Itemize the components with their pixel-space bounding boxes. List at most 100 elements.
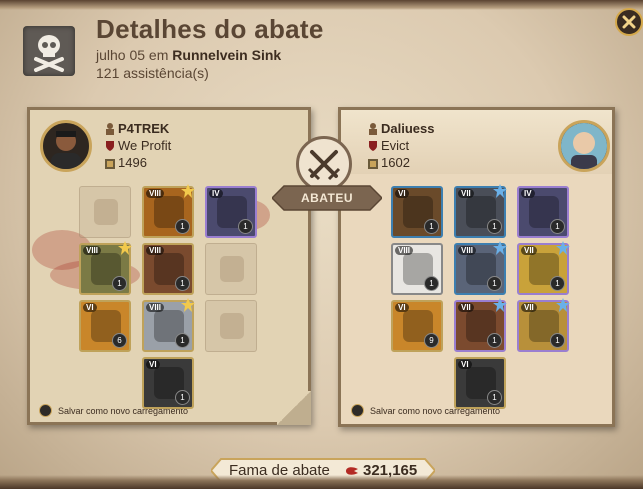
equipment-slot-offhand bbox=[205, 243, 257, 295]
item-tier-badge: IV bbox=[521, 189, 535, 198]
loadout-icon bbox=[351, 404, 364, 417]
skull-crossbones-icon bbox=[23, 26, 75, 76]
item-power-icon bbox=[105, 159, 115, 169]
killer-name-text: P4TREK bbox=[118, 121, 170, 136]
kill-date: julho 05 em bbox=[96, 47, 169, 63]
enchant-star-icon bbox=[181, 298, 195, 312]
equipment-slot-armor[interactable]: VIII 1 bbox=[454, 241, 507, 295]
item-quantity: 1 bbox=[487, 390, 502, 405]
victim-name: Daliuess bbox=[368, 121, 434, 136]
fork-knife-icon bbox=[220, 313, 244, 339]
page-title: Detalhes do abate bbox=[96, 14, 324, 44]
item-tier-badge: VI bbox=[146, 360, 160, 369]
golden-hammer-icon bbox=[220, 256, 244, 282]
item-quantity: 1 bbox=[175, 390, 190, 405]
item-tier-badge: VIII bbox=[146, 189, 165, 198]
enchant-star-icon bbox=[493, 298, 507, 312]
item-tier-badge: VII bbox=[521, 303, 537, 312]
equipment-slot-shoes[interactable]: VIII 1 bbox=[142, 298, 195, 352]
guild-shield-icon bbox=[106, 141, 114, 151]
item-quantity: 1 bbox=[238, 219, 253, 234]
victim-name-text: Daliuess bbox=[381, 121, 435, 136]
killer-guild: We Profit bbox=[105, 138, 171, 153]
crossed-swords-icon bbox=[296, 136, 352, 192]
victim-avatar bbox=[558, 120, 610, 172]
item-quantity: 1 bbox=[112, 276, 127, 291]
item-quantity: 1 bbox=[550, 219, 565, 234]
equipment-slot-food[interactable]: VII 1 bbox=[517, 298, 570, 352]
victim-guild: Evict bbox=[368, 138, 409, 153]
paper-fold bbox=[277, 391, 311, 425]
loadout-icon bbox=[39, 404, 52, 417]
item-tier-badge: VIII bbox=[146, 303, 165, 312]
equipment-slot-bag[interactable]: VI 1 bbox=[391, 186, 443, 238]
item-quantity: 1 bbox=[175, 276, 190, 291]
enchant-star-icon bbox=[493, 241, 507, 255]
killer-item-power-text: 1496 bbox=[118, 155, 147, 170]
top-edge bbox=[0, 0, 643, 10]
item-tier-badge: VII bbox=[458, 189, 474, 198]
item-tier-badge: VIII bbox=[458, 246, 477, 255]
item-tier-badge: VI bbox=[395, 303, 409, 312]
item-quantity: 1 bbox=[487, 219, 502, 234]
close-icon bbox=[622, 15, 636, 29]
item-quantity: 1 bbox=[175, 333, 190, 348]
equipment-slot-head[interactable]: VII 1 bbox=[454, 184, 507, 238]
killer-avatar bbox=[40, 120, 92, 172]
enchant-star-icon bbox=[493, 184, 507, 198]
equipment-slot-potion[interactable]: VI 6 bbox=[79, 300, 131, 352]
equipment-slot-mount[interactable]: VI 1 bbox=[454, 357, 506, 409]
item-tier-badge: VII bbox=[458, 303, 474, 312]
killed-banner: ABATEU bbox=[270, 185, 384, 211]
enchant-star-icon bbox=[556, 241, 570, 255]
equipment-slot-head[interactable]: VIII 1 bbox=[142, 184, 195, 238]
victim-guild-text: Evict bbox=[381, 138, 410, 153]
item-tier-badge: VII bbox=[521, 246, 537, 255]
item-tier-badge: VIII bbox=[83, 246, 102, 255]
kill-date-location: julho 05 em Runnelvein Sink bbox=[96, 47, 281, 63]
item-tier-badge: VI bbox=[395, 189, 409, 198]
item-quantity: 1 bbox=[487, 333, 502, 348]
kill-details-window: Detalhes do abate julho 05 em Runnelvein… bbox=[0, 0, 643, 489]
close-button[interactable] bbox=[615, 8, 643, 36]
item-quantity: 1 bbox=[550, 276, 565, 291]
guild-shield-icon bbox=[369, 141, 377, 151]
player-icon bbox=[106, 123, 114, 135]
equipment-slot-shoes[interactable]: VII 1 bbox=[454, 298, 507, 352]
equipment-slot-offhand[interactable]: VII 1 bbox=[517, 241, 570, 295]
bag-icon bbox=[94, 199, 118, 225]
killed-banner-label: ABATEU bbox=[300, 191, 354, 205]
item-quantity: 1 bbox=[487, 276, 502, 291]
kill-location: Runnelvein Sink bbox=[172, 47, 282, 63]
killer-name: P4TREK bbox=[105, 121, 169, 136]
equipment-slot-mainhand[interactable]: VIII 1 bbox=[391, 243, 443, 295]
enchant-star-icon bbox=[118, 241, 132, 255]
equipment-slot-potion[interactable]: VI 9 bbox=[391, 300, 443, 352]
item-quantity: 6 bbox=[112, 333, 127, 348]
equipment-slot-bag bbox=[79, 186, 131, 238]
killer-item-power: 1496 bbox=[105, 155, 147, 170]
item-power-icon bbox=[368, 159, 378, 169]
item-tier-badge: VI bbox=[83, 303, 97, 312]
item-quantity: 1 bbox=[424, 276, 439, 291]
player-icon bbox=[369, 123, 377, 135]
equipment-slot-food bbox=[205, 300, 257, 352]
assist-count: 121 assistência(s) bbox=[96, 65, 209, 81]
victim-item-power: 1602 bbox=[368, 155, 410, 170]
item-quantity: 9 bbox=[424, 333, 439, 348]
item-tier-badge: IV bbox=[209, 189, 223, 198]
equipment-slot-cape[interactable]: IV 1 bbox=[205, 186, 257, 238]
item-quantity: 1 bbox=[175, 219, 190, 234]
killer-guild-text: We Profit bbox=[118, 138, 172, 153]
equipment-slot-armor[interactable]: VIII 1 bbox=[142, 243, 194, 295]
bottom-edge bbox=[0, 475, 643, 489]
equipment-slot-mount[interactable]: VI 1 bbox=[142, 357, 194, 409]
equipment-slot-cape[interactable]: IV 1 bbox=[517, 186, 569, 238]
item-tier-badge: VIII bbox=[395, 246, 414, 255]
enchant-star-icon bbox=[556, 298, 570, 312]
enchant-star-icon bbox=[181, 184, 195, 198]
item-quantity: 1 bbox=[424, 219, 439, 234]
equipment-slot-mainhand[interactable]: VIII 1 bbox=[79, 241, 132, 295]
item-tier-badge: VI bbox=[458, 360, 472, 369]
item-tier-badge: VIII bbox=[146, 246, 165, 255]
